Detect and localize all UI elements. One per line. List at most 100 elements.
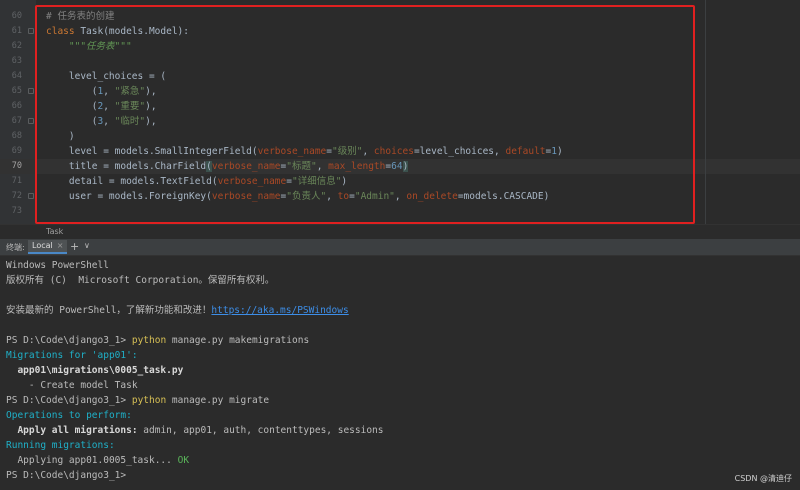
code-line[interactable]: 67 (3, "临时"), bbox=[0, 114, 800, 129]
code-token: detail = models.TextField( bbox=[46, 176, 218, 187]
code-token: manage.py migrate bbox=[166, 395, 270, 406]
code-token: 64 bbox=[391, 161, 403, 172]
code-token: app01\migrations\0005_task.py bbox=[6, 365, 184, 376]
code-token: level_choices = ( bbox=[46, 71, 167, 82]
code-line[interactable]: 64 level_choices = ( bbox=[0, 69, 800, 84]
code-token: ) bbox=[46, 131, 75, 142]
code-token: default bbox=[505, 146, 546, 157]
code-line[interactable]: 72 user = models.ForeignKey(verbose_name… bbox=[0, 189, 800, 204]
code-text: level_choices = ( bbox=[46, 69, 166, 84]
terminal-line: app01\migrations\0005_task.py bbox=[6, 363, 183, 378]
code-token: =models.CASCADE) bbox=[457, 191, 550, 202]
line-number: 72 bbox=[11, 191, 22, 201]
code-token: choices bbox=[373, 146, 414, 157]
line-number: 66 bbox=[11, 101, 22, 111]
terminal-line: Running migrations: bbox=[6, 438, 115, 453]
code-line[interactable]: 62 """任务表""" bbox=[0, 39, 800, 54]
code-token: PS D:\Code\django3_1> bbox=[6, 470, 127, 481]
line-number: 60 bbox=[11, 11, 22, 21]
terminal-line: Applying app01.0005_task... OK bbox=[6, 453, 189, 468]
code-token: verbose_name bbox=[217, 176, 287, 187]
code-token: ), bbox=[145, 101, 157, 112]
terminal-line: PS D:\Code\django3_1> python manage.py m… bbox=[6, 333, 309, 348]
terminal-line: Operations to perform: bbox=[6, 408, 132, 423]
code-token: "标题" bbox=[286, 161, 317, 172]
code-token: verbose_name bbox=[257, 146, 327, 157]
code-token: Migrations for 'app01': bbox=[6, 350, 138, 361]
code-token: manage.py makemigrations bbox=[166, 335, 310, 346]
terminal-line: Windows PowerShell bbox=[6, 258, 109, 273]
code-token: "紧急" bbox=[114, 86, 146, 97]
fold-marker-icon[interactable] bbox=[28, 88, 34, 94]
add-icon[interactable]: + bbox=[70, 240, 79, 253]
code-line[interactable]: 61 class Task(models.Model): bbox=[0, 24, 800, 39]
breadcrumb[interactable]: Task bbox=[0, 224, 800, 239]
fold-marker-icon[interactable] bbox=[28, 28, 34, 34]
code-token: Apply all migrations: bbox=[6, 425, 138, 436]
code-token: "负责人" bbox=[286, 191, 327, 202]
code-line[interactable]: 60 # 任务表的创建 bbox=[0, 9, 800, 24]
tab-local[interactable]: Local × bbox=[28, 240, 68, 254]
code-text: class Task(models.Model): bbox=[46, 24, 189, 39]
code-text: (3, "临时"), bbox=[46, 114, 157, 129]
fold-marker-icon[interactable] bbox=[28, 193, 34, 199]
code-token: , bbox=[326, 191, 338, 202]
code-token: "详细信息" bbox=[291, 176, 342, 187]
code-text: (2, "重要"), bbox=[46, 99, 157, 114]
code-token: Task(models.Model): bbox=[80, 26, 189, 37]
code-token: Applying app01.0005_task... bbox=[6, 455, 172, 466]
code-token: , bbox=[103, 86, 115, 97]
code-token: , bbox=[394, 191, 407, 202]
code-token: =level_choices, bbox=[413, 146, 506, 157]
code-token: user = models.ForeignKey( bbox=[46, 191, 212, 202]
line-number: 67 bbox=[11, 116, 22, 126]
code-line[interactable]: 71 detail = models.TextField(verbose_nam… bbox=[0, 174, 800, 189]
code-token: admin, app01, auth, contenttypes, sessio… bbox=[137, 425, 384, 436]
code-token: "临时" bbox=[114, 116, 146, 127]
code-token: - Create model Task bbox=[6, 380, 138, 391]
breadcrumb-class-task[interactable]: Task bbox=[46, 227, 63, 236]
code-token: ( bbox=[46, 86, 98, 97]
terminal-line: Migrations for 'app01': bbox=[6, 348, 138, 363]
terminal-line: Apply all migrations: admin, app01, auth… bbox=[6, 423, 384, 438]
code-token: ), bbox=[145, 86, 157, 97]
terminal-line: 安装最新的 PowerShell，了解新功能和改进！https://aka.ms… bbox=[6, 303, 349, 318]
code-line[interactable]: 63 bbox=[0, 54, 800, 69]
fold-marker-icon[interactable] bbox=[28, 118, 34, 124]
tab-local-label: Local bbox=[32, 241, 53, 250]
terminal-line: PS D:\Code\django3_1> bbox=[6, 468, 126, 483]
code-token: ) bbox=[402, 161, 409, 172]
code-text: detail = models.TextField(verbose_name="… bbox=[46, 174, 347, 189]
code-line[interactable]: 68 ) bbox=[0, 129, 800, 144]
powershell-link[interactable]: https://aka.ms/PSWindows bbox=[211, 305, 348, 316]
code-line[interactable]: 66 (2, "重要"), bbox=[0, 99, 800, 114]
code-text: ) bbox=[46, 129, 75, 144]
code-line[interactable]: 73 bbox=[0, 204, 800, 219]
code-token: PS D:\Code\django3_1> bbox=[6, 335, 132, 346]
line-number: 63 bbox=[11, 56, 22, 66]
code-token: python bbox=[131, 335, 167, 346]
code-token: ), bbox=[145, 116, 157, 127]
editor-right-margin bbox=[705, 0, 706, 224]
code-token: PS D:\Code\django3_1> bbox=[6, 395, 132, 406]
code-line[interactable]: 70 title = models.CharField(verbose_name… bbox=[0, 159, 800, 174]
code-token: 安装最新的 PowerShell，了解新功能和改进！ bbox=[6, 305, 212, 316]
code-token: class bbox=[46, 26, 81, 37]
code-token: , bbox=[316, 161, 329, 172]
code-text: (1, "紧急"), bbox=[46, 84, 157, 99]
code-token: # 任务表的创建 bbox=[46, 11, 115, 22]
line-number: 73 bbox=[11, 206, 22, 216]
terminal-tabbar: 终端: Local × + ∨ bbox=[0, 239, 800, 256]
chevron-down-icon[interactable]: ∨ bbox=[84, 241, 90, 250]
terminal-line: - Create model Task bbox=[6, 378, 138, 393]
code-editor[interactable]: 60 # 任务表的创建 61 class Task(models.Model): 62 … bbox=[0, 0, 800, 224]
close-icon[interactable]: × bbox=[57, 241, 64, 250]
code-token: "级别" bbox=[332, 146, 363, 157]
code-token: "Admin" bbox=[354, 191, 395, 202]
code-line[interactable]: 69 level = models.SmallIntegerField(verb… bbox=[0, 144, 800, 159]
code-token: verbose_name bbox=[211, 161, 281, 172]
code-line[interactable]: 65 (1, "紧急"), bbox=[0, 84, 800, 99]
code-token: title = models.CharField bbox=[46, 161, 207, 172]
code-text: user = models.ForeignKey(verbose_name="负… bbox=[46, 189, 549, 204]
terminal-output[interactable]: Windows PowerShell 版权所有 (C) Microsoft Cor… bbox=[0, 256, 800, 490]
